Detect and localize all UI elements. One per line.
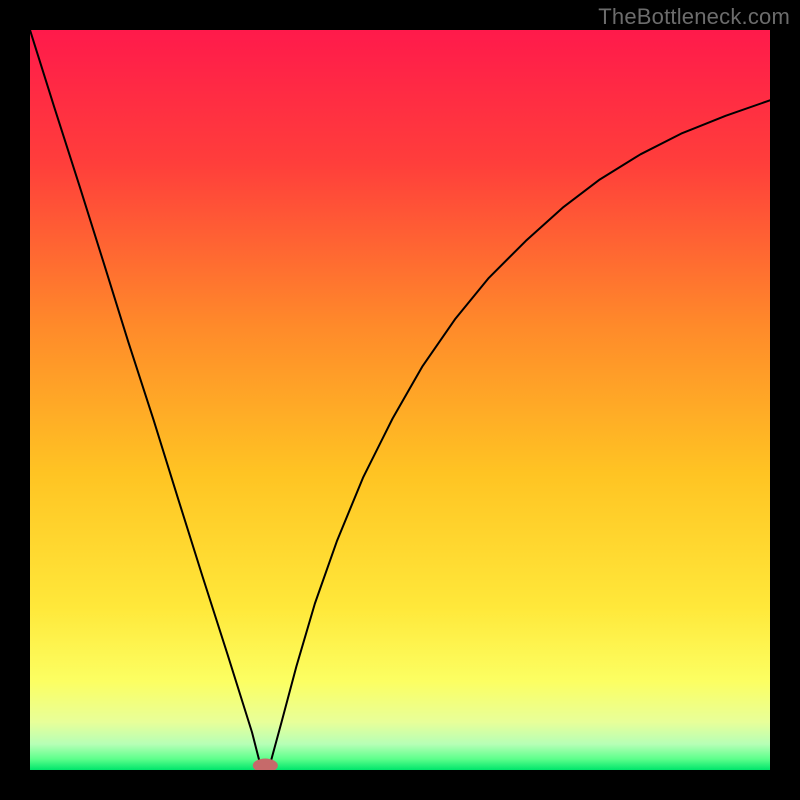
- chart-svg: [30, 30, 770, 770]
- watermark-text: TheBottleneck.com: [598, 4, 790, 30]
- plot-area: [30, 30, 770, 770]
- gradient-background: [30, 30, 770, 770]
- chart-frame: TheBottleneck.com: [0, 0, 800, 800]
